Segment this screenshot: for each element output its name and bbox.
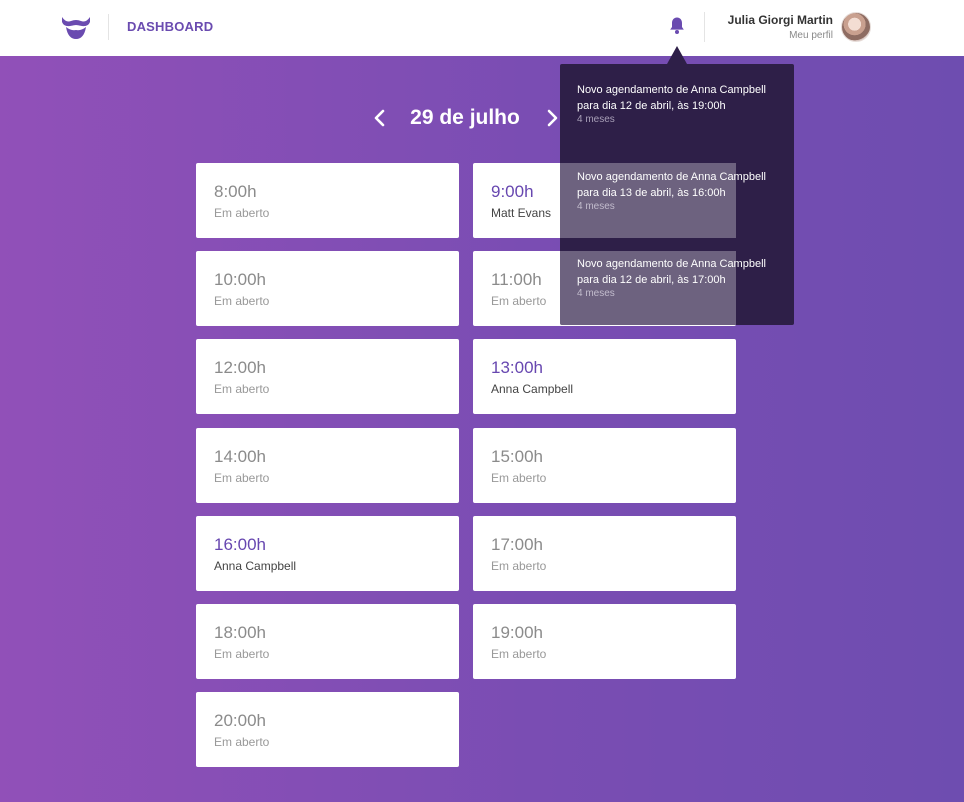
slot-time: 15:00h [491,447,543,466]
time-slot[interactable]: 16:00h Anna Campbell [196,516,459,591]
mustache-logo-icon[interactable] [60,13,92,41]
slot-client: Em aberto [214,471,270,485]
slot-time: 9:00h [491,182,534,201]
top-bar: DASHBOARD Julia Giorgi Martin Meu perfil [0,0,964,56]
bell-icon[interactable] [668,16,686,35]
chevron-left-icon[interactable] [368,106,392,130]
time-slot[interactable]: 20:00h Em aberto [196,692,459,767]
time-slot[interactable]: 18:00h Em aberto [196,604,459,679]
profile-link[interactable]: Meu perfil [789,30,833,41]
notifications-list[interactable]: Novo agendamento de Anna Campbell para d… [560,64,794,310]
notification-message: Novo agendamento de Anna Campbell para d… [577,84,766,112]
slot-time: 8:00h [214,182,257,201]
notification-time: 4 meses [577,114,615,125]
dashboard-link[interactable]: DASHBOARD [127,19,213,34]
notification-time: 4 meses [577,201,615,212]
slot-client: Em aberto [491,647,547,661]
time-slot[interactable]: 14:00h Em aberto [196,428,459,503]
slot-time: 12:00h [214,358,266,377]
header-divider [108,14,109,40]
slot-client: Em aberto [491,294,547,308]
slot-client: Em aberto [214,382,270,396]
time-slot[interactable]: 13:00h Anna Campbell [473,339,736,414]
slot-client: Em aberto [214,294,270,308]
slot-time: 20:00h [214,711,266,730]
time-slot[interactable]: 10:00h Em aberto [196,251,459,326]
notification-item[interactable]: Novo agendamento de Anna Campbell para d… [577,82,777,125]
notifications-caret [667,46,687,64]
slot-time: 14:00h [214,447,266,466]
slot-time: 18:00h [214,623,266,642]
slot-client: Em aberto [214,206,270,220]
slot-client: Anna Campbell [491,382,574,396]
time-slot[interactable]: 17:00h Em aberto [473,516,736,591]
notification-message: Novo agendamento de Anna Campbell para d… [577,171,766,199]
notification-time: 4 meses [577,288,615,299]
time-slot[interactable]: 15:00h Em aberto [473,428,736,503]
slot-client: Em aberto [491,559,547,573]
time-slot[interactable]: 12:00h Em aberto [196,339,459,414]
slot-time: 11:00h [491,270,542,289]
slot-time: 10:00h [214,270,266,289]
slot-client: Em aberto [491,471,547,485]
notification-item[interactable]: Novo agendamento de Anna Campbell para d… [577,169,777,212]
time-slot[interactable]: 8:00h Em aberto [196,163,459,238]
date-navigator: 29 de julho [360,100,570,136]
notifications-dropdown: Novo agendamento de Anna Campbell para d… [560,64,794,325]
slot-time: 16:00h [214,535,266,554]
current-date: 29 de julho [410,106,520,129]
time-slot[interactable]: 19:00h Em aberto [473,604,736,679]
avatar[interactable] [841,12,871,42]
slot-client: Em aberto [214,735,270,749]
user-name: Julia Giorgi Martin [727,13,833,27]
slot-time: 17:00h [491,535,543,554]
slot-time: 13:00h [491,358,543,377]
notification-item[interactable]: Novo agendamento de Anna Campbell para d… [577,256,777,299]
slot-client: Anna Campbell [214,559,297,573]
slot-client: Matt Evans [491,206,552,220]
slot-client: Em aberto [214,647,270,661]
header-divider [704,12,705,42]
slot-time: 19:00h [491,623,543,642]
notification-message: Novo agendamento de Anna Campbell para d… [577,258,766,286]
